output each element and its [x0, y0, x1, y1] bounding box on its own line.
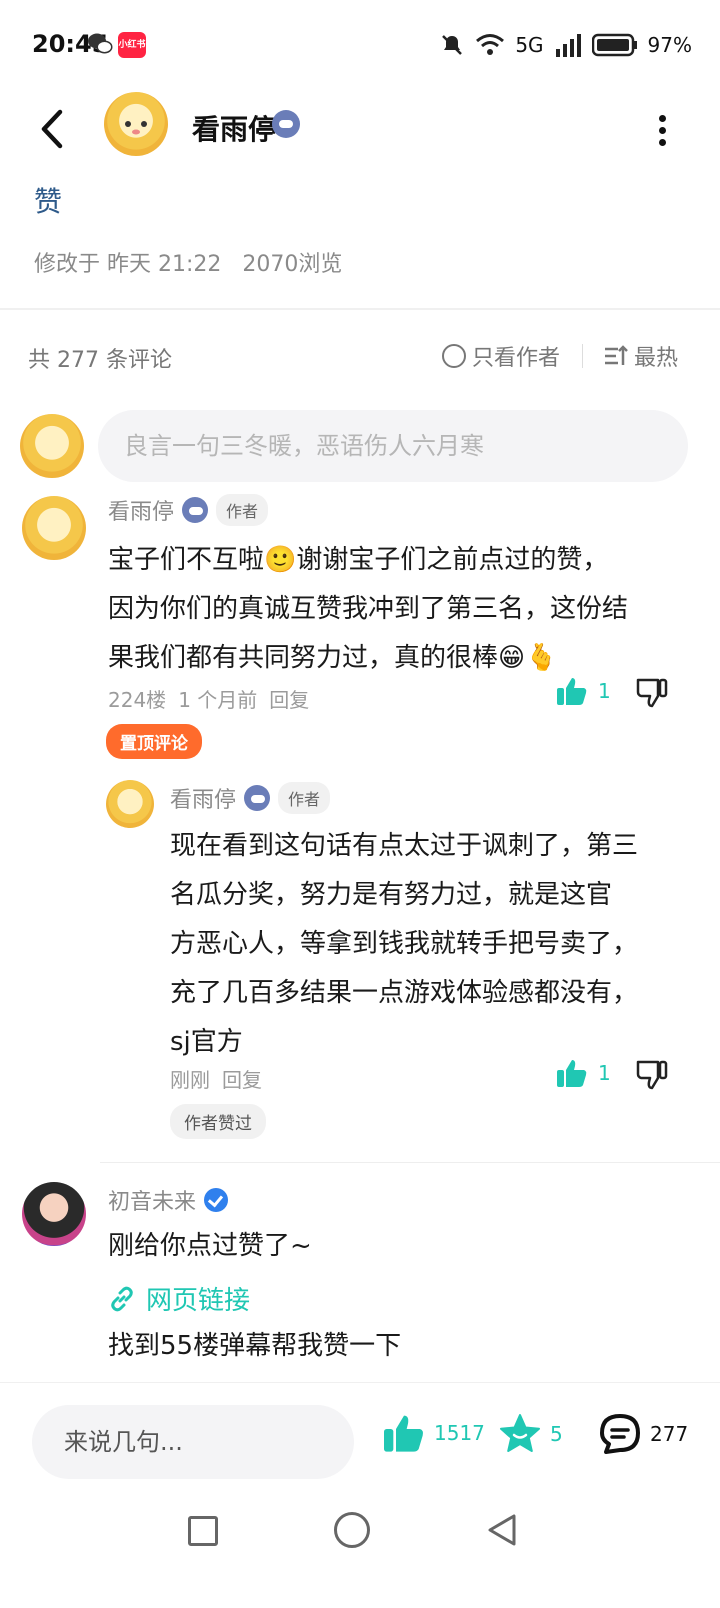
status-bar: 20:45 小红书 5G 97%	[0, 0, 720, 92]
commenter-name[interactable]: 初音未来	[108, 1184, 196, 1216]
thumb-down-icon[interactable]	[636, 678, 668, 708]
battery-icon	[591, 33, 637, 57]
comment-text[interactable]: 宝子们不互啦🙂谢谢宝子们之前点过的赞， 因为你们的真诚互赞我冲到了第三名，这份结…	[108, 536, 668, 683]
reply-line: 充了几百多结果一点游戏体验感都没有，	[170, 978, 639, 1008]
reply-line: 方恶心人，等拿到钱我就转手把号卖了，	[170, 929, 639, 959]
battery-level: 97%	[647, 33, 692, 57]
commenter-name-row: 看雨停 作者	[108, 494, 269, 526]
mute-icon	[442, 35, 463, 55]
comment-meta: 224楼 1 个月前 回复	[108, 684, 309, 713]
hamster-avatar-icon	[125, 121, 147, 135]
comment-input[interactable]: 良言一句三冬暖，恶语伤人六月寒	[98, 410, 688, 482]
my-avatar	[20, 414, 84, 478]
comment-time: 1 个月前	[178, 688, 258, 712]
comment-text-extra: 找到55楼弹幕帮我赞一下	[108, 1331, 402, 1361]
reply-line: 名瓜分奖，努力是有努力过，就是这官	[170, 880, 613, 910]
sort-button[interactable]: 最热	[604, 340, 678, 372]
commenter-avatar[interactable]	[22, 1182, 86, 1246]
signal-icon	[555, 34, 581, 57]
system-navigation-bar	[0, 1498, 720, 1608]
thumb-up-icon[interactable]	[556, 1058, 588, 1088]
reply-name-row: 看雨停 作者	[170, 782, 331, 814]
section-divider	[0, 308, 720, 310]
post-like-button[interactable]: 1517	[382, 1413, 485, 1453]
commenter-avatar[interactable]	[22, 496, 86, 560]
reply-text[interactable]: 现在看到这句话有点太过于讽刺了，第三 名瓜分奖，努力是有努力过，就是这官 方恶心…	[170, 822, 680, 1067]
thumb-up-icon	[384, 1415, 423, 1452]
web-link-label[interactable]: 网页链接	[146, 1280, 250, 1317]
post-meta: 修改于 昨天 21:22 2070浏览	[34, 246, 356, 278]
more-icon[interactable]	[652, 110, 672, 150]
author-tag: 作者	[278, 782, 331, 814]
verified-icon	[204, 1188, 229, 1212]
network-type: 5G	[515, 33, 544, 57]
comment-like[interactable]: 1	[556, 676, 611, 706]
sort-label: 最热	[634, 346, 679, 371]
game-badge-icon	[272, 110, 300, 138]
post-like-count: 1517	[434, 1421, 485, 1445]
separator	[582, 344, 583, 368]
comment-button[interactable]: 277	[598, 1413, 688, 1455]
reply-button[interactable]: 回复	[269, 684, 309, 713]
game-badge-icon	[182, 497, 209, 523]
xhs-app-icon: 小红书	[118, 32, 146, 58]
sort-icon	[605, 345, 628, 365]
system-back-icon[interactable]	[484, 1512, 520, 1548]
author-liked-badge: 作者赞过	[170, 1104, 266, 1139]
favorite-button[interactable]: 5	[498, 1413, 563, 1455]
comments-count: 共 277 条评论	[28, 348, 172, 373]
pinned-comment-badge: 置顶评论	[106, 724, 202, 759]
commenter-name[interactable]: 看雨停	[108, 494, 174, 526]
comment-text[interactable]: 刚给你点过赞了~	[108, 1222, 668, 1271]
author-name[interactable]: 看雨停	[192, 108, 276, 148]
wifi-icon	[476, 34, 505, 55]
reply-line: 现在看到这句话有点太过于讽刺了，第三	[170, 831, 639, 861]
like-count: 1	[598, 679, 611, 703]
home-button[interactable]	[334, 1512, 370, 1548]
comment-floor: 224楼	[108, 688, 167, 712]
author-avatar[interactable]	[104, 92, 168, 156]
back-icon[interactable]	[32, 104, 76, 154]
post-views: 2070浏览	[242, 252, 343, 277]
comment-line: 因为你们的真诚互赞我冲到了第三名，这份结	[108, 594, 629, 624]
comment-line: 刚给你点过赞了~	[108, 1231, 312, 1261]
bottom-comment-input[interactable]: 来说几句...	[32, 1405, 354, 1479]
star-icon	[500, 1414, 540, 1452]
wechat-icon	[88, 33, 113, 54]
link-icon	[111, 1286, 133, 1311]
reply-button[interactable]: 回复	[222, 1064, 262, 1093]
recent-apps-button[interactable]	[188, 1516, 218, 1546]
web-link[interactable]: 网页链接	[108, 1280, 250, 1317]
thumb-up-icon[interactable]	[556, 676, 588, 706]
author-tag: 作者	[216, 494, 269, 526]
author-only-toggle[interactable]: 只看作者	[442, 340, 560, 372]
commenter-name-row: 初音未来	[108, 1184, 229, 1216]
post-modified-time: 修改于 昨天 21:22	[34, 252, 222, 277]
status-indicators: 5G 97%	[439, 28, 692, 62]
comments-header: 共 277 条评论 只看作者 最热	[0, 330, 720, 386]
game-badge-icon	[244, 785, 271, 811]
author-only-label: 只看作者	[472, 346, 561, 371]
reply-like[interactable]: 1	[556, 1058, 611, 1088]
post-body: 赞	[34, 185, 63, 218]
favorite-count: 5	[550, 1422, 563, 1446]
top-navigation: 看雨停	[0, 88, 720, 184]
comment-icon	[600, 1414, 640, 1454]
bottom-action-bar: 来说几句... 1517 5 277	[0, 1382, 720, 1498]
comment-total: 277	[650, 1422, 689, 1446]
reply-time: 刚刚	[170, 1068, 210, 1092]
reply-avatar[interactable]	[106, 780, 154, 828]
comment-divider	[100, 1162, 720, 1163]
reply-author-name[interactable]: 看雨停	[170, 782, 236, 814]
thumb-down-icon[interactable]	[636, 1060, 668, 1090]
like-count: 1	[598, 1061, 611, 1085]
comment-line: 宝子们不互啦🙂谢谢宝子们之前点过的赞，	[108, 545, 609, 575]
reply-meta: 刚刚 回复	[170, 1064, 262, 1093]
radio-icon	[442, 344, 466, 368]
